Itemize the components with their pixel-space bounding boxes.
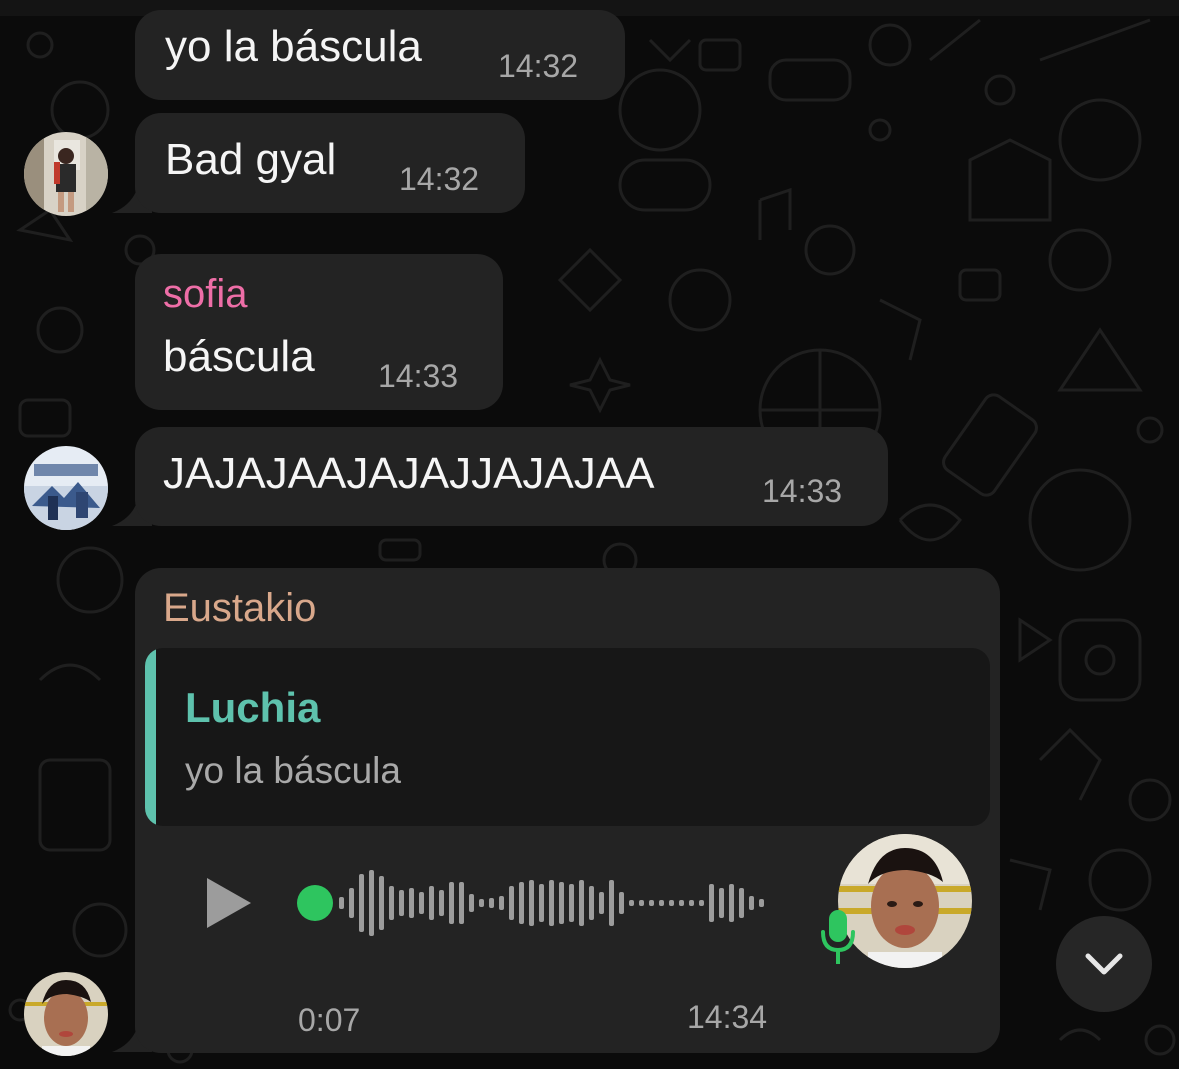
- voice-message-bubble[interactable]: Eustakio Luchia yo la báscula 0:07 14:34: [135, 568, 1000, 1053]
- reply-author: Luchia: [185, 684, 321, 731]
- play-icon[interactable]: [205, 876, 253, 930]
- message-bubble[interactable]: JAJAJAAJAJAJJAJAJAA 14:33: [135, 427, 888, 526]
- message-text: Bad gyal: [165, 135, 337, 184]
- message-time: 14:33: [378, 358, 459, 394]
- message-text: báscula: [163, 332, 315, 381]
- message-time: 14:34: [687, 999, 768, 1035]
- sender-name[interactable]: sofia: [163, 272, 248, 317]
- message-time: 14:32: [399, 161, 480, 197]
- avatar[interactable]: [24, 132, 108, 216]
- reply-text: yo la báscula: [185, 750, 401, 791]
- voice-sender-photo[interactable]: [838, 834, 972, 968]
- reply-quote[interactable]: Luchia yo la báscula: [145, 648, 990, 826]
- voice-duration: 0:07: [298, 1002, 361, 1038]
- microphone-icon: [821, 910, 855, 964]
- message-text: yo la báscula: [165, 22, 422, 71]
- sender-name[interactable]: Eustakio: [163, 586, 316, 631]
- scroll-to-bottom-button[interactable]: [1056, 916, 1152, 1012]
- message-bubble[interactable]: sofia báscula 14:33: [135, 254, 503, 410]
- reply-accent-bar: [145, 648, 156, 826]
- chevron-down-icon: [1085, 953, 1123, 975]
- message-time: 14:32: [498, 48, 579, 84]
- avatar[interactable]: [24, 972, 108, 1056]
- audio-waveform[interactable]: [295, 868, 775, 938]
- message-text: JAJAJAAJAJAJJAJAJAA: [163, 449, 655, 498]
- message-time: 14:33: [762, 473, 843, 509]
- playback-position-dot: [297, 885, 333, 921]
- avatar[interactable]: [24, 446, 108, 530]
- message-bubble[interactable]: Bad gyal 14:32: [135, 113, 525, 213]
- message-bubble[interactable]: yo la báscula 14:32: [135, 10, 625, 100]
